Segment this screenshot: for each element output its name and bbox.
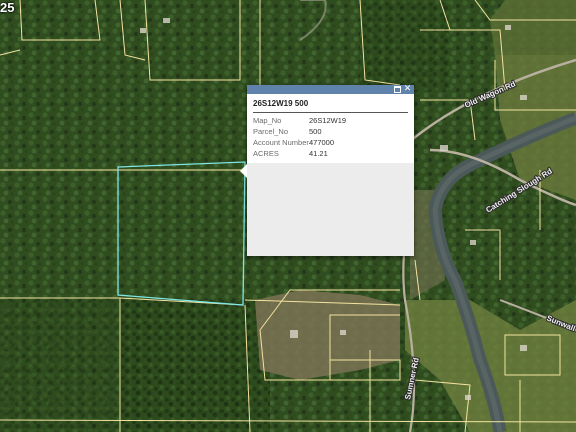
attribute-row: Account Number 477000 — [253, 138, 408, 147]
attribute-row: Parcel_No 500 — [253, 127, 408, 136]
attribute-value: 477000 — [309, 138, 335, 147]
popup-titlebar: ✕ — [247, 85, 414, 94]
attribute-row: Map_No 26S12W19 — [253, 116, 408, 125]
attribute-name: Account Number — [253, 138, 309, 147]
attribute-row: ACRES 41.21 — [253, 149, 408, 158]
popup-body: 26S12W19 500 Map_No 26S12W19 Parcel_No 5… — [247, 94, 414, 163]
attribute-value: 41.21 — [309, 149, 328, 158]
attribute-name: ACRES — [253, 149, 279, 158]
maximize-icon[interactable] — [393, 85, 402, 94]
parcel-section-label: 25 — [0, 0, 15, 15]
attribute-value: 26S12W19 — [309, 116, 347, 125]
popup-title: 26S12W19 500 — [253, 99, 408, 113]
close-icon[interactable]: ✕ — [403, 85, 412, 94]
attribute-name: Parcel_No — [253, 127, 289, 136]
attribute-name: Map_No — [253, 116, 282, 125]
parcel-info-popup: ✕ 26S12W19 500 Map_No 26S12W19 Parcel_No… — [240, 85, 414, 256]
attribute-value: 500 — [309, 127, 322, 136]
